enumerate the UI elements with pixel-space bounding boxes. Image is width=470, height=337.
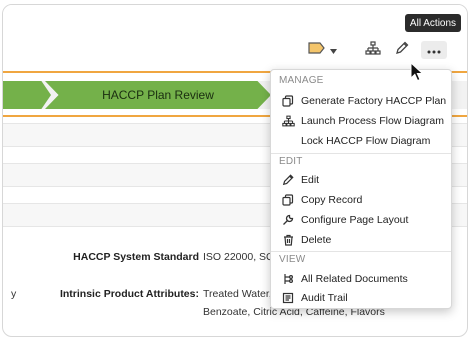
menu-divider	[271, 251, 451, 252]
more-icon	[427, 41, 441, 59]
blank-icon	[281, 134, 295, 148]
menu-item-label: All Related Documents	[301, 272, 408, 285]
hierarchy-icon	[281, 114, 295, 128]
field-label: HACCP System Standard	[73, 251, 199, 263]
menu-item-generate-factory-haccp-plan[interactable]: Generate Factory HACCP Plan	[271, 91, 451, 110]
trash-icon	[281, 233, 295, 247]
pencil-icon	[395, 41, 409, 60]
menu-item-label: Lock HACCP Flow Diagram	[301, 134, 431, 147]
lifecycle-stage-previous[interactable]	[3, 81, 51, 109]
all-actions-tooltip: All Actions	[405, 14, 461, 32]
state-flag-icon	[307, 41, 326, 59]
field-value: Treated Water,	[203, 288, 272, 300]
pencil-icon	[281, 173, 295, 187]
menu-divider	[271, 153, 451, 154]
menu-item-label: Configure Page Layout	[301, 213, 409, 226]
menu-item-launch-process-flow-diagram[interactable]: Launch Process Flow Diagram	[271, 111, 451, 130]
menu-item-configure-page-layout[interactable]: Configure Page Layout	[271, 210, 451, 229]
menu-item-label: Edit	[301, 173, 320, 186]
all-actions-menu: MANAGE Generate Factory HACCP Plan Launc…	[270, 69, 452, 309]
menu-item-label: Audit Trail	[301, 291, 348, 304]
state-dropdown[interactable]	[305, 41, 339, 59]
record-panel: HACCP Plan Review y HACCP System Standar…	[2, 4, 468, 337]
menu-item-copy-record[interactable]: Copy Record	[271, 190, 451, 209]
menu-item-label: Generate Factory HACCP Plan	[301, 94, 447, 107]
menu-item-label: Copy Record	[301, 193, 363, 206]
flow-diagram-button[interactable]	[363, 40, 383, 60]
field-value: ISO 22000, SQ	[203, 251, 275, 263]
hierarchy-icon	[365, 40, 381, 60]
edit-button[interactable]	[393, 41, 411, 59]
mouse-cursor-icon	[410, 61, 424, 87]
field-label: Intrinsic Product Attributes:	[59, 288, 199, 300]
menu-item-all-related-documents[interactable]: All Related Documents	[271, 269, 451, 288]
tooltip-text: All Actions	[409, 17, 457, 29]
lifecycle-stage-current[interactable]: HACCP Plan Review	[45, 81, 271, 109]
audit-icon	[281, 291, 295, 305]
menu-section-view: VIEW	[279, 254, 306, 265]
chevron-down-icon	[329, 41, 337, 59]
record-toolbar	[3, 5, 467, 69]
menu-item-label: Delete	[301, 233, 332, 246]
left-fragment: y	[11, 288, 17, 300]
menu-item-audit-trail[interactable]: Audit Trail	[271, 288, 451, 307]
all-actions-button[interactable]	[421, 41, 447, 59]
related-icon	[281, 272, 295, 286]
menu-item-edit[interactable]: Edit	[271, 170, 451, 189]
menu-section-edit: EDIT	[279, 156, 303, 167]
lifecycle-stage-label: HACCP Plan Review	[102, 88, 214, 102]
menu-item-label: Launch Process Flow Diagram	[301, 114, 444, 127]
menu-section-manage: MANAGE	[279, 75, 324, 86]
copy-icon	[281, 94, 295, 108]
copy-icon	[281, 193, 295, 207]
wrench-icon	[281, 213, 295, 227]
menu-item-delete[interactable]: Delete	[271, 230, 451, 249]
menu-item-lock-haccp-flow-diagram[interactable]: Lock HACCP Flow Diagram	[271, 131, 451, 150]
